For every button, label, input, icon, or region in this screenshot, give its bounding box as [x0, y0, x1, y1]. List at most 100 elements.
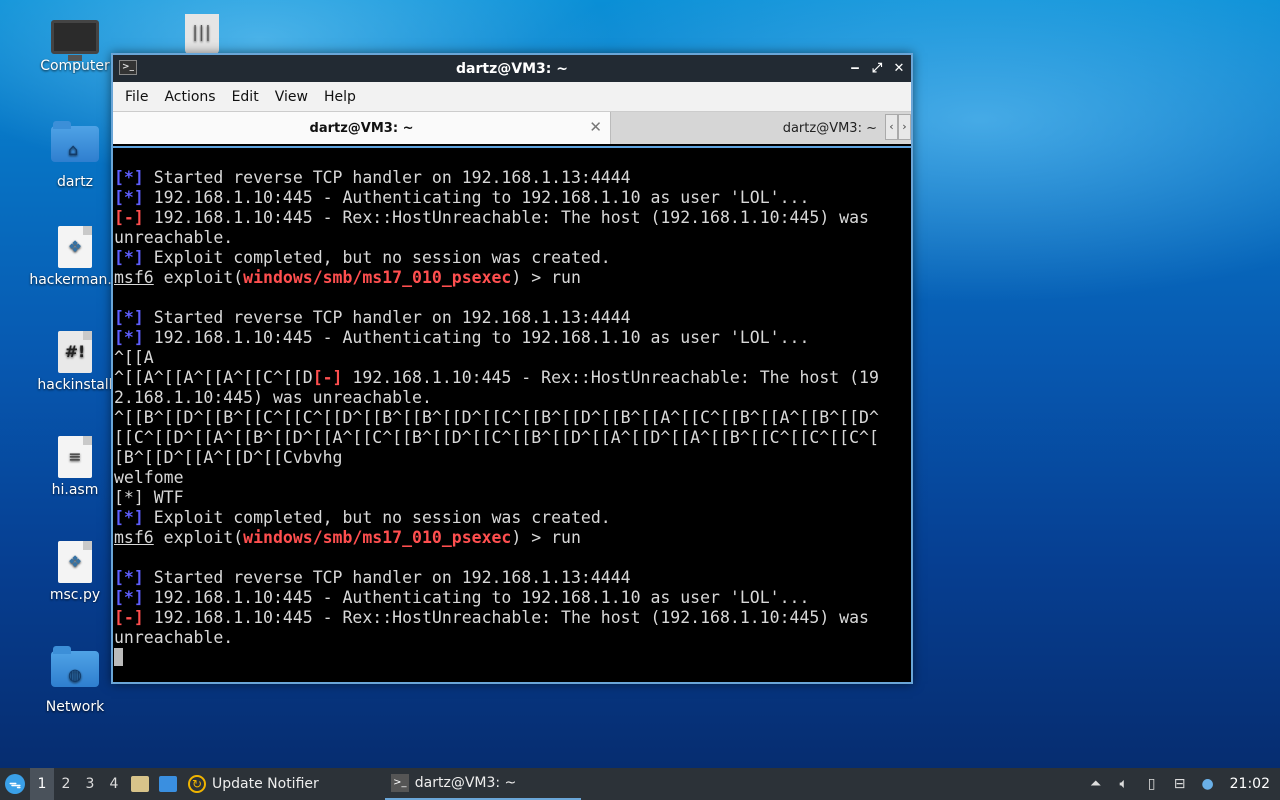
terminal-line: [*] 192.168.1.10:445 - Authenticating to…	[114, 188, 911, 208]
line-text: ) > run	[511, 528, 581, 547]
line-text: Started reverse TCP handler on 192.168.1…	[143, 568, 631, 587]
line-text: unreachable.	[114, 228, 234, 247]
line-text: 192.168.1.10:445 - Rex::HostUnreachable:…	[143, 208, 869, 227]
menu-view[interactable]: View	[267, 89, 316, 105]
terminal-line: welfome	[114, 468, 911, 488]
update-notifier-icon: ↻	[188, 775, 206, 793]
tab-scroll-right-icon[interactable]: ›	[898, 114, 911, 140]
monitor-icon	[51, 20, 99, 61]
tab-close-icon[interactable]: ✕	[589, 118, 602, 136]
status-tag-info: [*]	[114, 328, 144, 347]
status-tag-info: [*]	[114, 168, 144, 187]
file-manager-launcher[interactable]	[126, 768, 154, 800]
terminal-line	[114, 648, 911, 668]
task-update-notifier[interactable]: ↻ Update Notifier	[182, 768, 325, 800]
terminal-line: [*] 192.168.1.10:445 - Authenticating to…	[114, 588, 911, 608]
workspace-3[interactable]: 3	[78, 768, 102, 800]
desktop-icon-msc-py[interactable]: ❖ msc.py	[27, 541, 123, 603]
task-terminal[interactable]: >_ dartz@VM3: ~	[384, 768, 581, 800]
tab-label: dartz@VM3: ~	[782, 120, 877, 136]
desktop-icon-label: hi.asm	[51, 482, 99, 498]
status-tag-info: [*]	[114, 508, 144, 527]
network-icon[interactable]: ⊟	[1166, 776, 1194, 792]
workspace-2[interactable]: 2	[54, 768, 78, 800]
terminal-line: 2.168.1.10:445) was unreachable.	[114, 388, 911, 408]
terminal-cursor	[114, 648, 123, 666]
script-file-icon: #!	[58, 331, 92, 373]
terminal-window[interactable]: >_ dartz@VM3: ~ ‒ ⤢ ✕ File Actions Edit …	[111, 53, 913, 684]
minimize-icon[interactable]: ‒	[849, 61, 861, 76]
line-text: ^[[A^[[A^[[A^[[C^[[D	[114, 368, 313, 387]
desktop-icon-network[interactable]: ◍ Network	[27, 646, 123, 715]
desktop-icon-label: dartz	[56, 174, 94, 190]
desktop-icon-label: hackinstall	[37, 377, 113, 393]
line-text: 192.168.1.10:445 - Authenticating to 192…	[143, 328, 810, 347]
status-tag-error: [-]	[114, 208, 144, 227]
line-text: 2.168.1.10:445) was unreachable.	[114, 388, 432, 407]
tab-bar: dartz@VM3: ~ ✕ dartz@VM3: ~ ‹ ›	[113, 112, 911, 144]
tray-arrow-icon[interactable]: ⏶	[1082, 776, 1110, 792]
terminal-line: [*] WTF	[114, 488, 911, 508]
line-text: Exploit completed, but no session was cr…	[143, 248, 611, 267]
clipboard-icon[interactable]: ▯	[1138, 776, 1166, 792]
close-icon[interactable]: ✕	[893, 61, 905, 76]
line-text: [*] WTF	[114, 488, 184, 507]
file-manager-icon	[131, 776, 149, 792]
line-text: exploit(	[153, 268, 244, 287]
tab-terminal-1[interactable]: dartz@VM3: ~ ✕	[113, 112, 611, 144]
line-text: Started reverse TCP handler on 192.168.1…	[143, 308, 631, 327]
desktop-icon-hackinstall[interactable]: #! hackinstall	[27, 331, 123, 393]
desktop-icon-label: msc.py	[49, 587, 101, 603]
tab-terminal-2[interactable]: dartz@VM3: ~	[611, 112, 881, 144]
terminal-output[interactable]: [*] Started reverse TCP handler on 192.1…	[113, 146, 911, 682]
prompt-name: msf6	[114, 528, 154, 547]
line-text: 192.168.1.10:445 - Rex::HostUnreachable:…	[143, 608, 869, 627]
terminal-line: ^[[A	[114, 348, 911, 368]
text-file-icon: ≡	[58, 436, 92, 478]
menu-help[interactable]: Help	[316, 89, 364, 105]
workspace-4[interactable]: 4	[102, 768, 126, 800]
task-label: Update Notifier	[212, 776, 319, 792]
desktop-icon-label: hackerman.p	[29, 272, 121, 288]
module-name: windows/smb/ms17_010_psexec	[243, 528, 512, 547]
line-text: 192.168.1.10:445 - Rex::HostUnreachable:…	[342, 368, 879, 387]
line-text: ) > run	[511, 268, 581, 287]
terminal-line: [*] 192.168.1.10:445 - Authenticating to…	[114, 328, 911, 348]
line-text: unreachable.	[114, 628, 234, 647]
desktop-icon-home[interactable]: ⌂ dartz	[27, 121, 123, 190]
line-text: [B^[[D^[[A^[[D^[[Cvbvhg	[114, 448, 343, 467]
terminal-icon: >_	[390, 774, 409, 792]
taskbar: ᯓ 1 2 3 4 ↻ Update Notifier >_ dartz@VM3…	[0, 768, 1280, 800]
desktop-icon-hi-asm[interactable]: ≡ hi.asm	[27, 436, 123, 498]
desktop-icon-hackerman[interactable]: ❖ hackerman.p	[27, 226, 123, 288]
menu-file[interactable]: File	[117, 89, 156, 105]
notification-icon[interactable]: ●	[1194, 776, 1222, 792]
menu-actions[interactable]: Actions	[156, 89, 223, 105]
maximize-icon[interactable]: ⤢	[871, 61, 883, 76]
status-tag-error: [-]	[312, 368, 343, 387]
line-text: 192.168.1.10:445 - Authenticating to 192…	[143, 588, 810, 607]
menu-edit[interactable]: Edit	[224, 89, 267, 105]
python-file-icon: ❖	[58, 226, 92, 268]
volume-icon[interactable]: 🔈︎	[1110, 776, 1138, 792]
workspace-1[interactable]: 1	[30, 768, 54, 800]
prompt-name: msf6	[114, 268, 154, 287]
terminal-line: [B^[[D^[[A^[[D^[[Cvbvhg	[114, 448, 911, 468]
system-tray: ⏶ 🔈︎ ▯ ⊟ ● 21:02	[1082, 768, 1280, 800]
terminal-line: [*] Started reverse TCP handler on 192.1…	[114, 568, 911, 588]
status-tag-info: [*]	[114, 248, 144, 267]
task-label: dartz@VM3: ~	[414, 775, 517, 791]
line-text: Exploit completed, but no session was cr…	[143, 508, 611, 527]
home-folder-icon: ⌂	[51, 121, 99, 162]
desktop-icon-trash[interactable]: |||	[154, 14, 250, 58]
status-tag-info: [*]	[114, 588, 144, 607]
window-titlebar[interactable]: >_ dartz@VM3: ~ ‒ ⤢ ✕	[113, 55, 911, 82]
terminal-line: msf6 exploit(windows/smb/ms17_010_psexec…	[114, 528, 911, 548]
show-desktop-launcher[interactable]	[154, 768, 182, 800]
line-text: exploit(	[153, 528, 244, 547]
tab-scroll-left-icon[interactable]: ‹	[885, 114, 898, 140]
start-menu-button[interactable]: ᯓ	[0, 768, 30, 800]
desktop-icon-computer[interactable]: Computer	[27, 14, 123, 74]
terminal-line: [*] Started reverse TCP handler on 192.1…	[114, 308, 911, 328]
